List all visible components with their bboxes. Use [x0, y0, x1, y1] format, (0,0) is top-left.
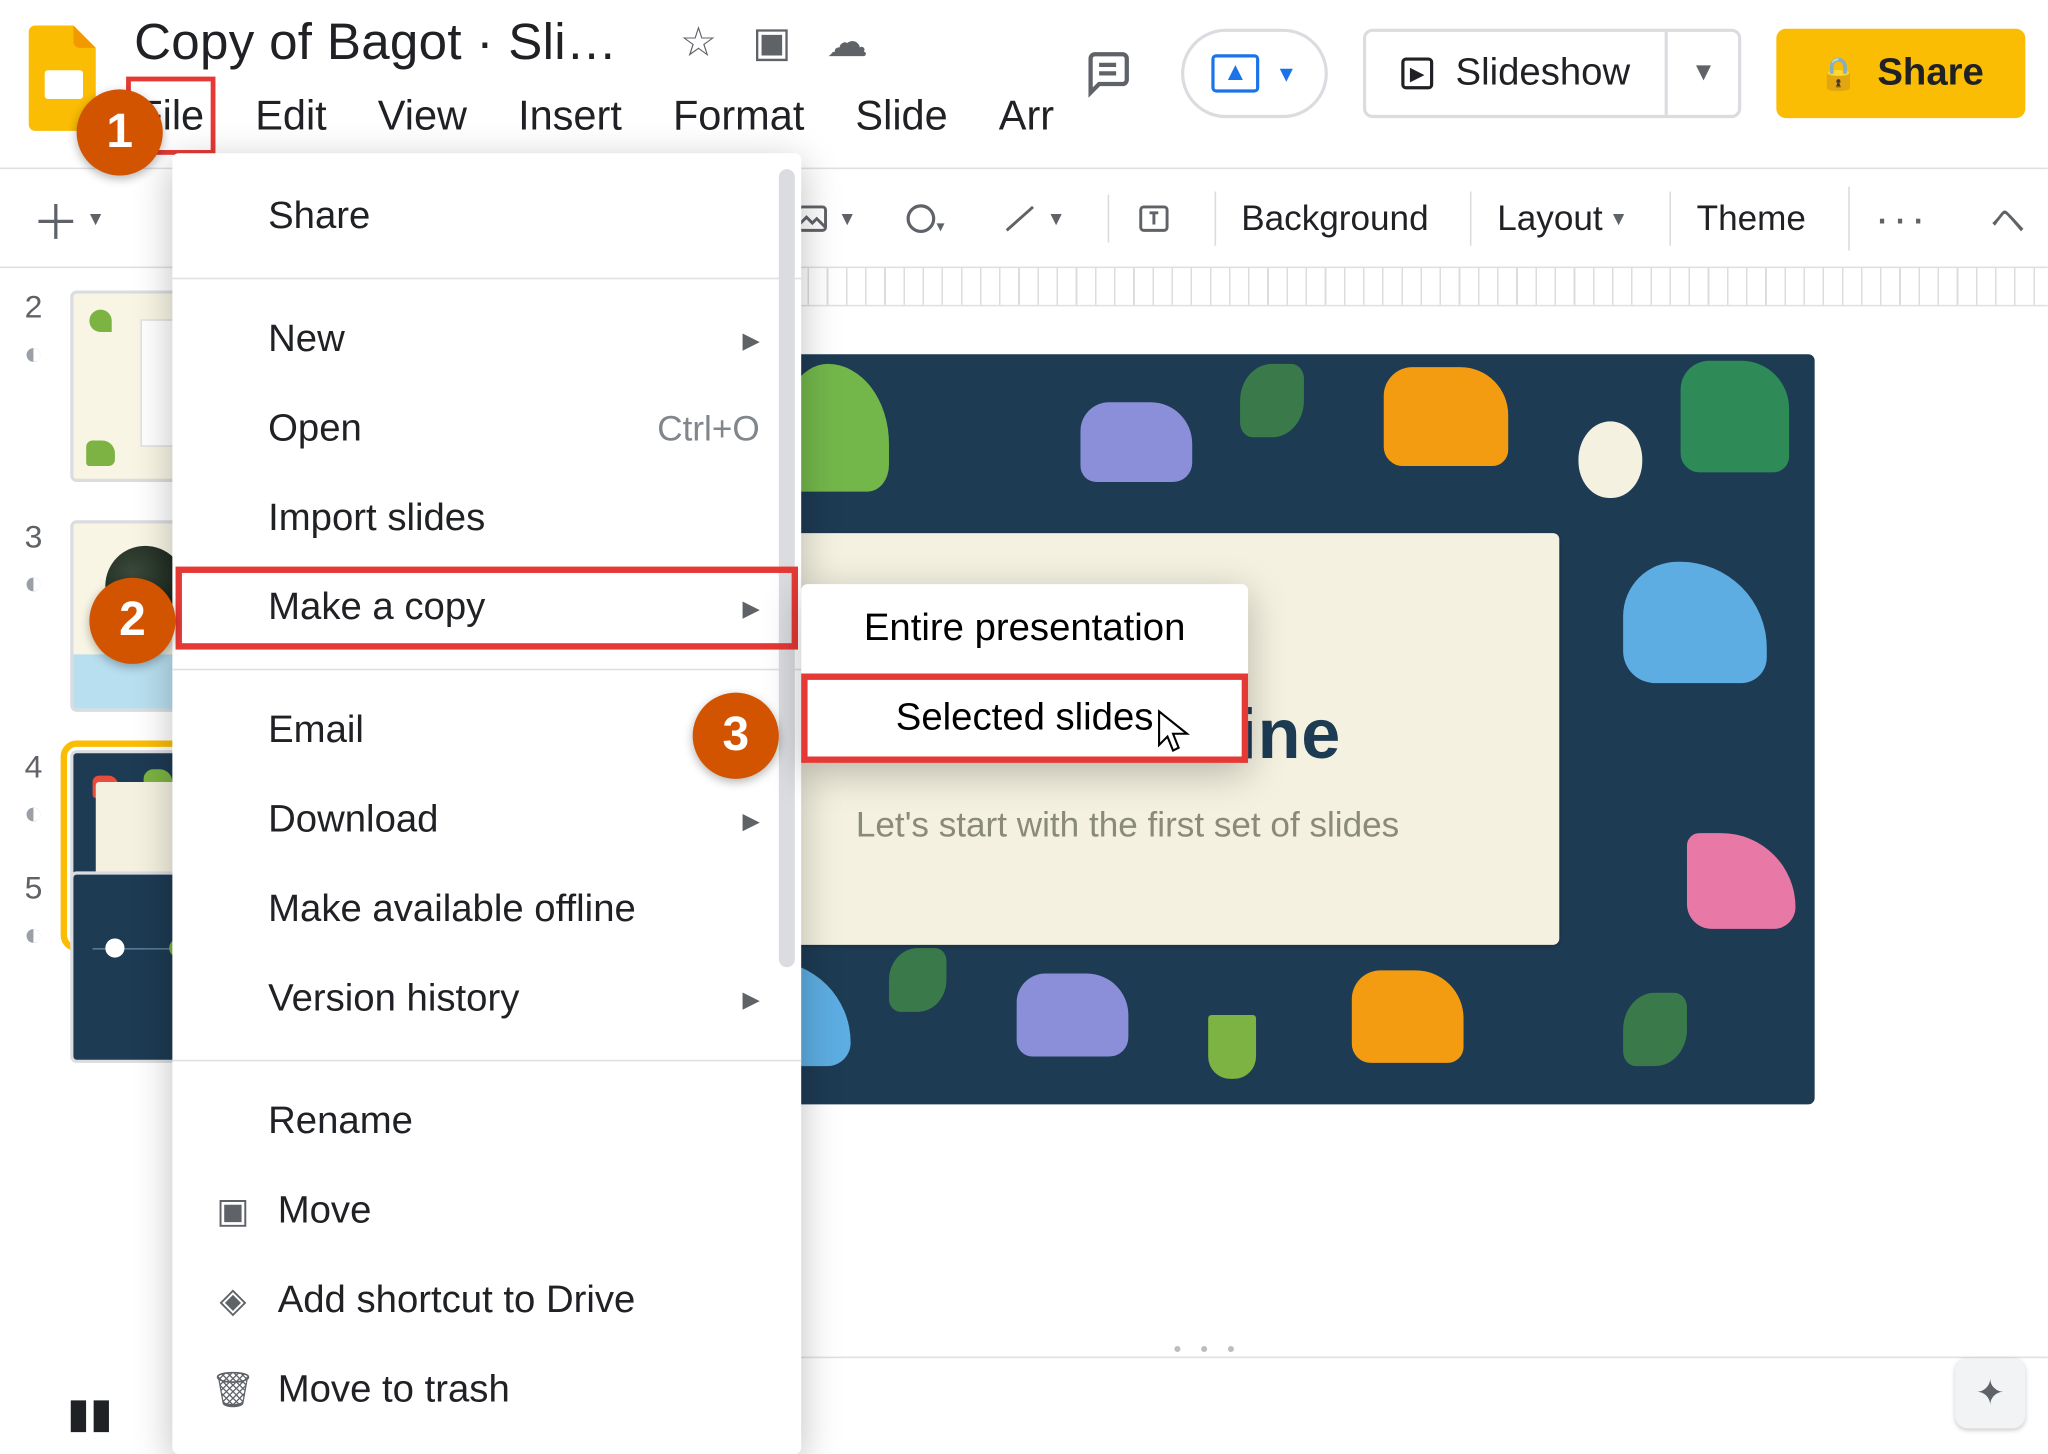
slide-subtitle[interactable]: Let's start with the first set of slides [856, 804, 1399, 845]
annotation-step-2: 2 [89, 578, 175, 664]
share-button[interactable]: 🔒 Share [1777, 29, 2025, 118]
transition-icon: ◐ [24, 337, 43, 374]
theme-button[interactable]: Theme [1670, 191, 1816, 245]
insert-line-button[interactable]: ▼ [989, 194, 1075, 242]
file-menu-available-offline[interactable]: Make available offline [172, 865, 801, 954]
transition-icon: ◐ [24, 918, 43, 955]
menu-edit[interactable]: Edit [252, 85, 330, 147]
thumb-number: 3 [25, 520, 43, 557]
file-menu-trash[interactable]: 🗑Move to trash [172, 1345, 801, 1434]
menu-format[interactable]: Format [670, 85, 808, 147]
slideshow-dropdown[interactable]: ▼ [1665, 32, 1738, 115]
menu-slide[interactable]: Slide [852, 85, 951, 147]
insert-shape-button[interactable]: ▾ [892, 192, 964, 243]
present-button[interactable]: ▲ ▼ [1181, 29, 1328, 118]
move-to-folder-icon[interactable]: ▣ [752, 18, 791, 67]
menu-insert[interactable]: Insert [515, 85, 625, 147]
menu-view[interactable]: View [375, 85, 471, 147]
file-menu-open[interactable]: OpenCtrl+O [172, 385, 801, 474]
thumb-number: 5 [25, 871, 43, 908]
file-menu-dropdown: Share New▶ OpenCtrl+O Import slides Make… [172, 153, 801, 1454]
file-menu-new[interactable]: New▶ [172, 295, 801, 384]
thumb-number: 2 [25, 290, 43, 327]
view-mode-icon[interactable]: ▮▮ [67, 1389, 113, 1438]
cursor-icon [1156, 709, 1191, 754]
submenu-entire-presentation[interactable]: Entire presentation [801, 584, 1248, 673]
file-menu-share[interactable]: Share [172, 172, 801, 261]
comments-button[interactable] [1069, 35, 1146, 112]
transition-icon: ◐ [24, 796, 43, 833]
lock-icon: 🔒 [1818, 53, 1858, 93]
insert-textbox-button[interactable] [1107, 194, 1182, 242]
star-icon[interactable]: ☆ [680, 18, 717, 67]
file-menu-move[interactable]: ▣Move [172, 1167, 801, 1256]
thumb-number: 4 [25, 750, 43, 787]
slideshow-label: Slideshow [1456, 51, 1631, 96]
file-menu-add-shortcut[interactable]: ◈Add shortcut to Drive [172, 1256, 801, 1345]
folder-move-icon: ▣ [211, 1191, 256, 1232]
annotation-step-1: 1 [77, 89, 163, 175]
file-menu-import-slides[interactable]: Import slides [172, 474, 801, 563]
file-menu-download[interactable]: Download▶ [172, 776, 801, 865]
new-slide-button[interactable]: ＋▼ [22, 176, 114, 259]
drive-shortcut-icon: ◈ [211, 1280, 256, 1321]
file-menu-make-a-copy[interactable]: Make a copy▶ [172, 563, 801, 652]
menu-arrange[interactable]: Arr [996, 85, 1058, 147]
background-button[interactable]: Background [1214, 191, 1438, 245]
document-title[interactable]: Copy of Bagot · Slid… [134, 13, 645, 72]
share-label: Share [1877, 51, 1983, 96]
file-menu-version-history[interactable]: Version history▶ [172, 954, 801, 1043]
collapse-toolbar-button[interactable]: ヘ [1990, 192, 2025, 243]
submenu-selected-slides[interactable]: Selected slides [801, 674, 1248, 763]
app-header: Copy of Bagot · Slid… ☆ ▣ ☁ File Edit Vi… [0, 0, 2048, 169]
annotation-step-3: 3 [693, 693, 779, 779]
more-tools-button[interactable]: ··· [1847, 186, 1938, 250]
file-menu-rename[interactable]: Rename [172, 1077, 801, 1166]
explore-button[interactable]: ✦ [1955, 1358, 2025, 1428]
cloud-saved-icon: ☁ [827, 18, 868, 67]
play-icon: ▶ [1401, 57, 1433, 89]
layout-button[interactable]: Layout▼ [1470, 191, 1638, 245]
slideshow-button[interactable]: ▶ Slideshow ▼ [1363, 29, 1742, 118]
trash-icon: 🗑 [211, 1369, 256, 1410]
transition-icon: ◐ [24, 567, 43, 604]
menubar: File Edit View Insert Format Slide Arr [134, 85, 1041, 160]
make-a-copy-submenu: Entire presentation Selected slides [801, 584, 1248, 763]
